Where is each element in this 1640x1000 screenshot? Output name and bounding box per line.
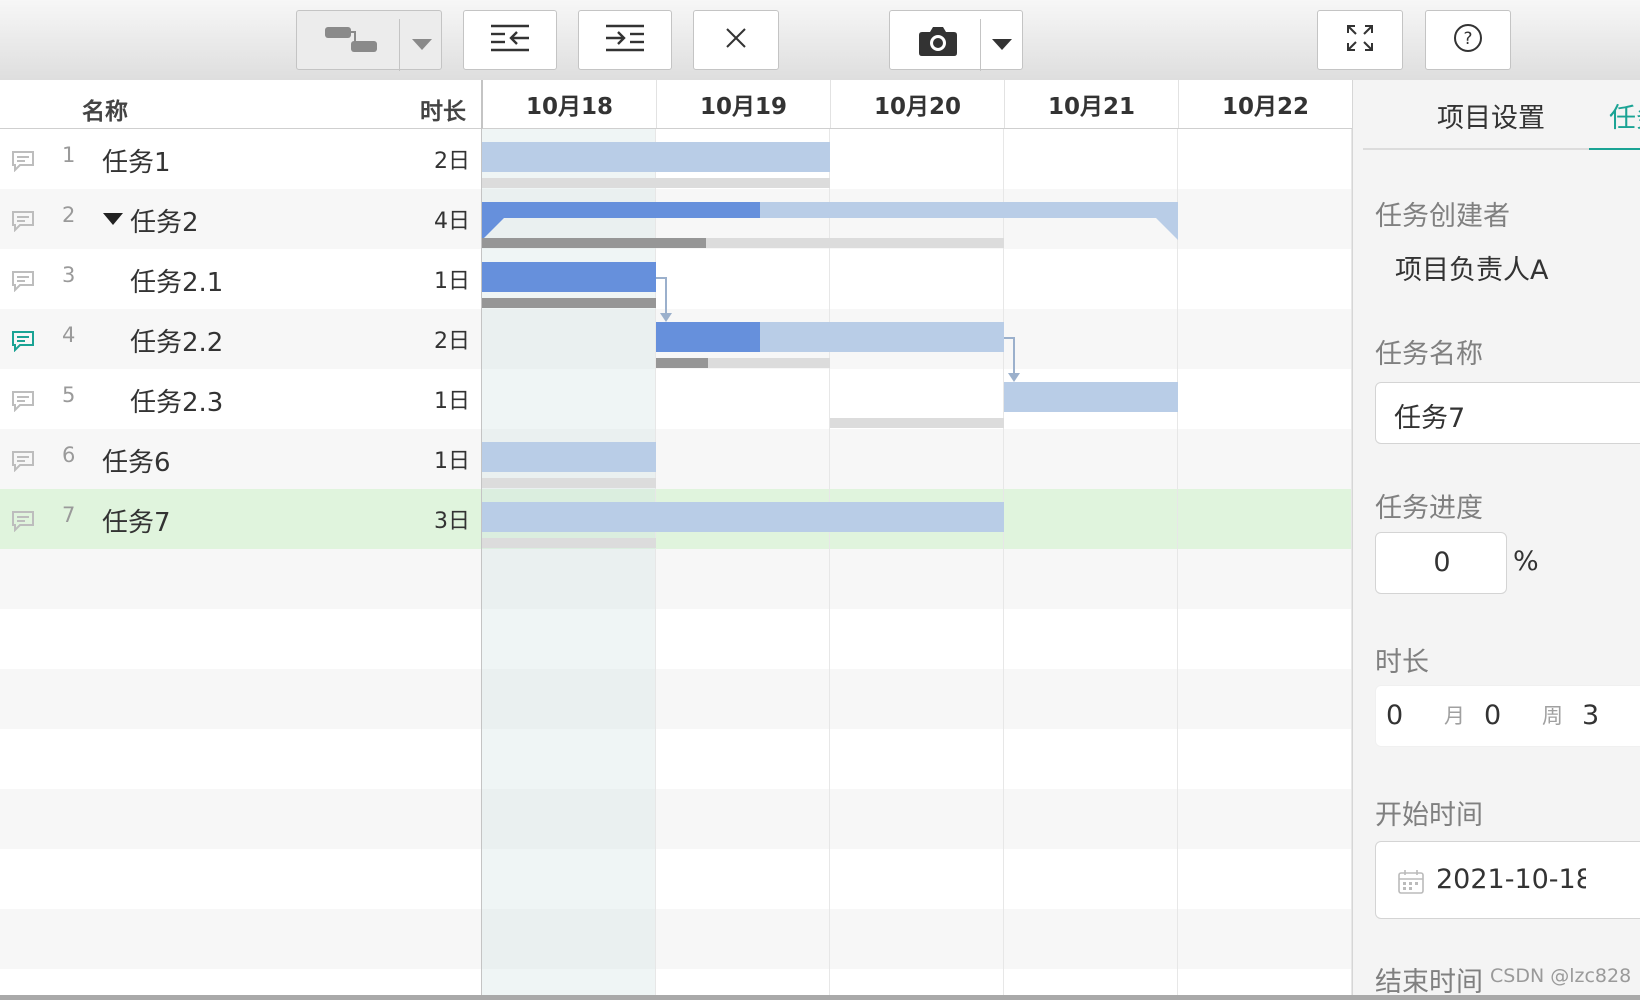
task-name-value: 任务7 (1394, 403, 1466, 434)
day-header: 10月19 (657, 80, 831, 128)
svg-text:?: ? (1463, 29, 1472, 49)
task-name-input[interactable]: 任务7 (1375, 382, 1640, 444)
timeline-header: 10月18 10月19 10月20 10月21 10月22 (482, 80, 1353, 129)
baseline-bar (482, 178, 830, 188)
progress-label: 任务进度 (1375, 493, 1483, 524)
duration-column-header[interactable]: 时长 (420, 92, 466, 126)
day-header: 10月21 (1005, 80, 1179, 128)
baseline-bar (656, 358, 830, 368)
task-bar[interactable] (656, 322, 1004, 352)
name-column-header[interactable]: 名称 (82, 92, 128, 126)
baseline-progress-fill (482, 238, 707, 248)
bottom-scrollbar[interactable] (0, 995, 1640, 1000)
dependency-arrow-icon (660, 313, 672, 322)
task-bar[interactable] (1004, 382, 1178, 412)
task-progress-fill[interactable] (656, 322, 761, 352)
summary-task-bar[interactable] (482, 202, 1178, 240)
toolbar-split (980, 19, 981, 71)
task-bar[interactable] (482, 142, 830, 172)
calendar-icon (1398, 869, 1424, 899)
toolbar-split (399, 19, 400, 71)
day-header: 10月18 (483, 80, 657, 128)
screenshot-button[interactable] (889, 10, 1023, 71)
dependency-link[interactable] (665, 277, 667, 314)
day-header: 10月20 (831, 80, 1005, 128)
end-date-label: 结束时间 (1375, 967, 1483, 995)
toolbar: ? (0, 0, 1640, 81)
chevron-down-icon[interactable] (992, 36, 1012, 55)
day-gridline (829, 129, 830, 995)
baseline-bar (482, 538, 656, 548)
gantt-app: ? 名称 时长 10月18 10月19 10月20 10月21 10月22 1任… (0, 0, 1640, 995)
day-gridline (655, 129, 656, 995)
duration-input[interactable]: 0 月 0 周 3 (1375, 685, 1640, 747)
task-bar[interactable] (482, 262, 656, 292)
baseline-progress-fill (656, 358, 709, 368)
start-date-label: 开始时间 (1375, 800, 1483, 831)
task-duration-cell[interactable]: 4日 (0, 203, 470, 235)
delete-button[interactable] (693, 10, 779, 70)
task-duration-cell[interactable]: 3日 (0, 503, 470, 535)
duration-month-unit: 月 (1444, 704, 1465, 728)
start-date-value: 2021-10-18 (1436, 864, 1586, 895)
gantt-bars-icon (325, 25, 377, 61)
baseline-bar (482, 478, 656, 488)
baseline-bar (830, 418, 1004, 428)
progress-value: 0 (1433, 547, 1451, 578)
grid-header: 名称 时长 (0, 80, 482, 129)
watermark: CSDN @lzc828 (1490, 965, 1632, 987)
task-duration-cell[interactable]: 1日 (0, 263, 470, 295)
outdent-icon (491, 24, 529, 56)
question-icon: ? (1453, 23, 1483, 57)
task-duration-cell[interactable]: 2日 (0, 323, 470, 355)
day-gridline (1177, 129, 1178, 995)
today-highlight (482, 129, 656, 995)
baseline-progress-fill (482, 298, 656, 308)
help-button[interactable]: ? (1425, 10, 1511, 70)
baseline-bar (482, 238, 1004, 248)
camera-icon (918, 25, 958, 61)
dependency-link[interactable] (1013, 337, 1015, 374)
fullscreen-button[interactable] (1317, 10, 1403, 70)
expand-icon (1346, 24, 1374, 56)
chevron-down-icon[interactable] (412, 36, 432, 55)
tab-task-settings[interactable]: 任务设置 (1609, 96, 1640, 135)
critical-path-button[interactable] (296, 10, 442, 71)
baseline-bar (482, 298, 656, 308)
task-progress-fill[interactable] (482, 262, 656, 292)
creator-label: 任务创建者 (1375, 201, 1510, 232)
start-date-input[interactable]: 2021-10-18 (1375, 841, 1640, 919)
task-name-label: 任务名称 (1375, 339, 1483, 370)
creator-value: 项目负责人A (1395, 255, 1549, 286)
duration-weeks[interactable]: 0 (1484, 700, 1501, 731)
duration-week-unit: 周 (1542, 704, 1563, 728)
task-duration-cell[interactable]: 1日 (0, 383, 470, 415)
progress-unit: % (1513, 546, 1539, 577)
task-duration-cell[interactable]: 1日 (0, 443, 470, 475)
summary-bar-ends (482, 218, 1178, 240)
gantt-chart (482, 129, 1352, 995)
task-bar[interactable] (482, 502, 1004, 532)
progress-input[interactable]: 0 (1375, 532, 1507, 594)
day-gridline (1003, 129, 1004, 995)
tab-project-settings[interactable]: 项目设置 (1437, 96, 1545, 135)
indent-icon (606, 24, 644, 56)
task-settings-panel: 项目设置 任务设置 任务创建者 项目负责人A 任务名称 任务7 任务进度 0 %… (1352, 80, 1640, 995)
tab-active-indicator (1589, 148, 1640, 150)
dependency-arrow-icon (1008, 373, 1020, 382)
indent-left-button[interactable] (463, 10, 557, 70)
indent-right-button[interactable] (578, 10, 672, 70)
duration-days[interactable]: 3 (1582, 700, 1599, 731)
duration-months[interactable]: 0 (1386, 700, 1403, 731)
duration-label: 时长 (1375, 647, 1429, 678)
close-icon (725, 27, 747, 53)
task-bar[interactable] (482, 442, 656, 472)
task-duration-cell[interactable]: 2日 (0, 143, 470, 175)
day-header: 10月22 (1179, 80, 1353, 128)
